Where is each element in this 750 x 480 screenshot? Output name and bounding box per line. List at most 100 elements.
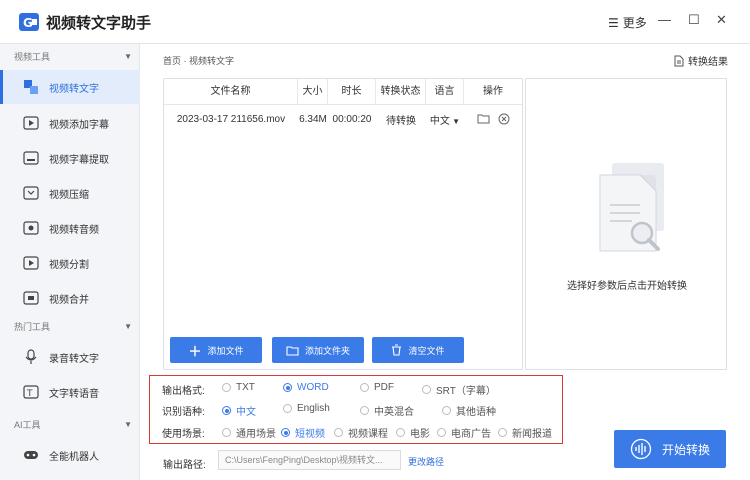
scene-option-movie[interactable]: 电影 (396, 425, 430, 440)
scene-option-general[interactable]: 通用场景 (222, 425, 276, 440)
format-option-pdf[interactable]: PDF (360, 382, 394, 393)
sidebar-item-label: 视频压缩 (49, 189, 89, 201)
add-file-button[interactable]: ＋ 添加文件 (170, 337, 262, 363)
section-video-tools[interactable]: 视频工具 ▼ (0, 46, 140, 68)
breadcrumb-home[interactable]: 首页 (163, 56, 181, 66)
option-label: 中英混合 (374, 407, 414, 418)
language-option-english[interactable]: English (283, 403, 330, 414)
scene-option-course[interactable]: 视频课程 (334, 425, 388, 440)
sidebar-item-record-to-text[interactable]: 录音转文字 (0, 340, 140, 374)
breadcrumb: 首页 · 视频转文字 (163, 54, 234, 67)
option-label: TXT (236, 382, 255, 393)
section-title: 视频工具 (14, 52, 51, 62)
start-convert-button[interactable]: 开始转换 (614, 430, 726, 468)
svg-text:T: T (26, 389, 33, 399)
clear-files-button[interactable]: 清空文件 (372, 337, 464, 363)
sidebar-item-video-compress[interactable]: 视频压缩 (0, 176, 140, 210)
video-to-text-icon (22, 78, 40, 96)
radio-icon (396, 428, 405, 437)
row-actions (464, 113, 522, 125)
app-title: 视频转文字助手 (46, 15, 152, 32)
minimize-button[interactable]: — (658, 12, 671, 27)
format-option-txt[interactable]: TXT (222, 382, 255, 393)
start-convert-label: 开始转换 (661, 442, 710, 457)
radio-icon (422, 385, 431, 394)
sidebar: 视频工具 ▼ 视频转文字 视频添加字幕 视频字幕提取 视频压缩 视频转音频 视频分… (0, 44, 140, 480)
svg-text:G: G (23, 16, 33, 30)
plus-icon: ＋ (188, 343, 202, 359)
delete-circle-icon[interactable] (498, 113, 510, 125)
microphone-icon (22, 348, 40, 366)
option-label: 电商广告 (451, 429, 491, 440)
breadcrumb-separator: · (181, 56, 190, 66)
change-path-link[interactable]: 更改路径 (408, 455, 444, 468)
scene-option-news[interactable]: 新闻报道 (498, 425, 552, 440)
maximize-button[interactable]: ☐ (688, 12, 700, 28)
folder-icon[interactable] (477, 113, 490, 124)
language-value: 中文 (429, 115, 450, 127)
video-audio-icon (22, 219, 40, 237)
compress-icon (22, 184, 40, 202)
more-menu[interactable]: ☰ 更多 (608, 14, 647, 31)
format-label: 输出格式: (162, 386, 205, 397)
sidebar-item-label: 视频分割 (49, 259, 89, 271)
sidebar-item-ai-robot[interactable]: 全能机器人 (0, 438, 140, 472)
format-option-srt[interactable]: SRT（字幕） (422, 382, 496, 397)
preview-panel: 选择好参数后点击开始转换 (525, 78, 727, 370)
scene-option-ecommerce[interactable]: 电商广告 (437, 425, 491, 440)
output-path-field[interactable]: C:\Users\FengPing\Desktop\视频转文... (218, 450, 401, 470)
add-folder-button[interactable]: 添加文件夹 (272, 337, 364, 363)
option-label: 电影 (410, 429, 430, 440)
language-select[interactable]: 中文 ▼ (426, 112, 464, 127)
file-list-panel: 文件名称 大小 时长 转换状态 语言 操作 2023-03-17 211656.… (163, 78, 523, 370)
sidebar-item-video-merge[interactable]: 视频合并 (0, 281, 140, 315)
conversion-result-link[interactable]: 转换结果 (674, 53, 728, 68)
radio-icon (437, 428, 446, 437)
radio-icon (222, 428, 231, 437)
radio-icon (498, 428, 507, 437)
section-title: AI工具 (14, 420, 41, 430)
radio-icon (442, 406, 451, 415)
file-status: 待转换 (386, 115, 416, 127)
table-header: 文件名称 大小 时长 转换状态 语言 操作 (164, 79, 522, 105)
language-option-other[interactable]: 其他语种 (442, 403, 496, 418)
subtitle-extract-icon (22, 149, 40, 167)
sidebar-item-text-to-speech[interactable]: T 文字转语音 (0, 375, 140, 409)
col-status: 转换状态 (376, 79, 426, 105)
sidebar-item-label: 视频添加字幕 (49, 119, 109, 131)
sidebar-item-video-to-text[interactable]: 视频转文字 (0, 70, 140, 104)
sidebar-item-subtitle-extract[interactable]: 视频字幕提取 (0, 141, 140, 175)
trash-icon (392, 344, 402, 356)
radio-icon (334, 428, 343, 437)
table-row[interactable]: 2023-03-17 211656.mov 6.34M 00:00:20 待转换… (164, 107, 522, 131)
col-size: 大小 (298, 79, 328, 105)
option-label: 其他语种 (456, 407, 496, 418)
caret-down-icon: ▼ (124, 420, 132, 429)
waveform-icon (630, 438, 652, 460)
folder-icon (286, 345, 299, 356)
option-label: WORD (297, 382, 329, 393)
sidebar-item-video-split[interactable]: 视频分割 (0, 246, 140, 280)
language-label: 识别语种: (162, 407, 205, 418)
sidebar-item-label: 全能机器人 (49, 451, 99, 463)
col-action: 操作 (483, 86, 503, 97)
split-icon (22, 254, 40, 272)
sidebar-item-label: 视频转音频 (49, 224, 99, 236)
close-button[interactable]: ✕ (716, 12, 727, 28)
format-option-word[interactable]: WORD (283, 382, 329, 393)
video-subtitle-icon (22, 114, 40, 132)
scene-option-short-video[interactable]: 短视频 (281, 425, 325, 440)
language-option-mixed[interactable]: 中英混合 (360, 403, 414, 418)
section-hot-tools[interactable]: 热门工具 ▼ (0, 316, 140, 338)
radio-icon (360, 406, 369, 415)
sidebar-item-add-subtitle[interactable]: 视频添加字幕 (0, 106, 140, 140)
sidebar-item-label: 文字转语音 (49, 388, 99, 400)
option-label: PDF (374, 382, 394, 393)
options-highlight-box: 输出格式: TXT WORD PDF SRT（字幕） 识别语种: 中文 Engl… (149, 375, 563, 444)
language-option-chinese[interactable]: 中文 (222, 403, 256, 418)
col-duration: 时长 (328, 79, 376, 105)
file-name: 2023-03-17 211656.mov (176, 113, 286, 125)
section-ai-tools[interactable]: AI工具 ▼ (0, 414, 140, 436)
sidebar-item-video-to-audio[interactable]: 视频转音频 (0, 211, 140, 245)
sidebar-item-label: 录音转文字 (49, 353, 99, 365)
